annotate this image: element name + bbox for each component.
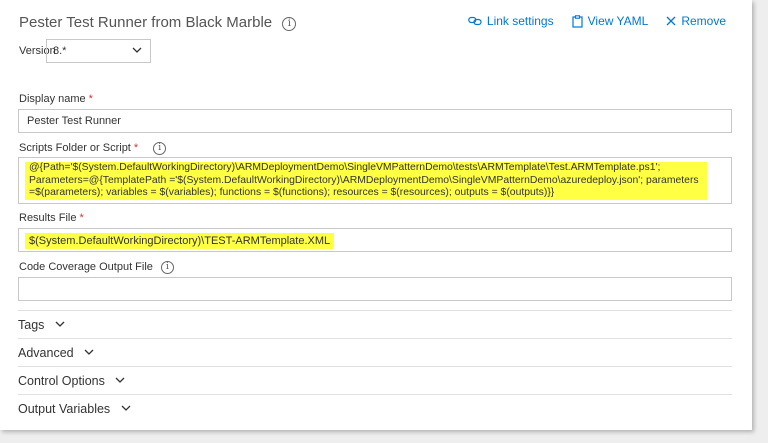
chevron-down-icon — [84, 349, 94, 355]
results-file-label: Results File * — [19, 212, 84, 224]
section-tags[interactable]: Tags — [18, 310, 732, 338]
task-settings-panel: Pester Test Runner from Black Marble i L… — [0, 0, 752, 430]
clipboard-icon — [572, 14, 583, 28]
link-icon — [468, 16, 482, 26]
link-settings-button[interactable]: Link settings — [468, 14, 554, 28]
task-title: Pester Test Runner from Black Marble i — [19, 14, 297, 31]
section-label: Output Variables — [18, 402, 111, 416]
view-yaml-label: View YAML — [587, 14, 649, 28]
chevron-down-icon — [132, 47, 142, 53]
required-marker: * — [88, 93, 93, 105]
display-name-input[interactable]: Pester Test Runner — [18, 109, 732, 133]
results-file-input[interactable]: $(System.DefaultWorkingDirectory)\TEST-A… — [18, 228, 732, 252]
version-select[interactable]: 8.* — [46, 39, 151, 63]
scripts-line: @{Path='$(System.DefaultWorkingDirectory… — [29, 162, 661, 173]
section-label: Tags — [18, 318, 45, 332]
required-marker: * — [133, 142, 139, 154]
code-coverage-input[interactable] — [18, 277, 732, 301]
link-settings-label: Link settings — [486, 14, 554, 28]
task-title-text: Pester Test Runner from Black Marble — [19, 14, 273, 31]
section-advanced[interactable]: Advanced — [18, 338, 732, 366]
task-toolbar: Link settings View YAML Remove — [468, 14, 726, 28]
info-icon[interactable]: i — [160, 261, 174, 274]
section-output-variables[interactable]: Output Variables — [18, 394, 732, 422]
scripts-line: =$(parameters); variables = $(variables)… — [29, 187, 555, 198]
chevron-down-icon — [55, 321, 65, 327]
code-coverage-label: Code Coverage Output File i — [19, 261, 174, 274]
close-icon — [666, 16, 676, 26]
version-value: 8.* — [53, 45, 67, 57]
view-yaml-button[interactable]: View YAML — [572, 14, 649, 28]
required-marker: * — [79, 212, 84, 224]
scripts-line: Parameters=@{TemplatePath ='$(System.Def… — [29, 174, 699, 186]
display-name-value: Pester Test Runner — [27, 115, 121, 127]
remove-label: Remove — [681, 14, 726, 28]
chevron-down-icon — [115, 377, 125, 383]
section-control-options[interactable]: Control Options — [18, 366, 732, 394]
info-icon[interactable]: i — [282, 17, 297, 31]
chevron-down-icon — [121, 405, 131, 411]
info-icon[interactable]: i — [153, 142, 167, 155]
remove-button[interactable]: Remove — [666, 14, 726, 28]
scripts-value: @{Path='$(System.DefaultWorkingDirectory… — [29, 162, 719, 200]
scripts-label: Scripts Folder or Script * i — [19, 142, 167, 155]
section-label: Advanced — [18, 346, 74, 360]
scripts-input[interactable]: @{Path='$(System.DefaultWorkingDirectory… — [18, 157, 732, 204]
results-file-value: $(System.DefaultWorkingDirectory)\TEST-A… — [25, 233, 335, 249]
display-name-label: Display name * — [19, 93, 93, 105]
section-label: Control Options — [18, 374, 105, 388]
